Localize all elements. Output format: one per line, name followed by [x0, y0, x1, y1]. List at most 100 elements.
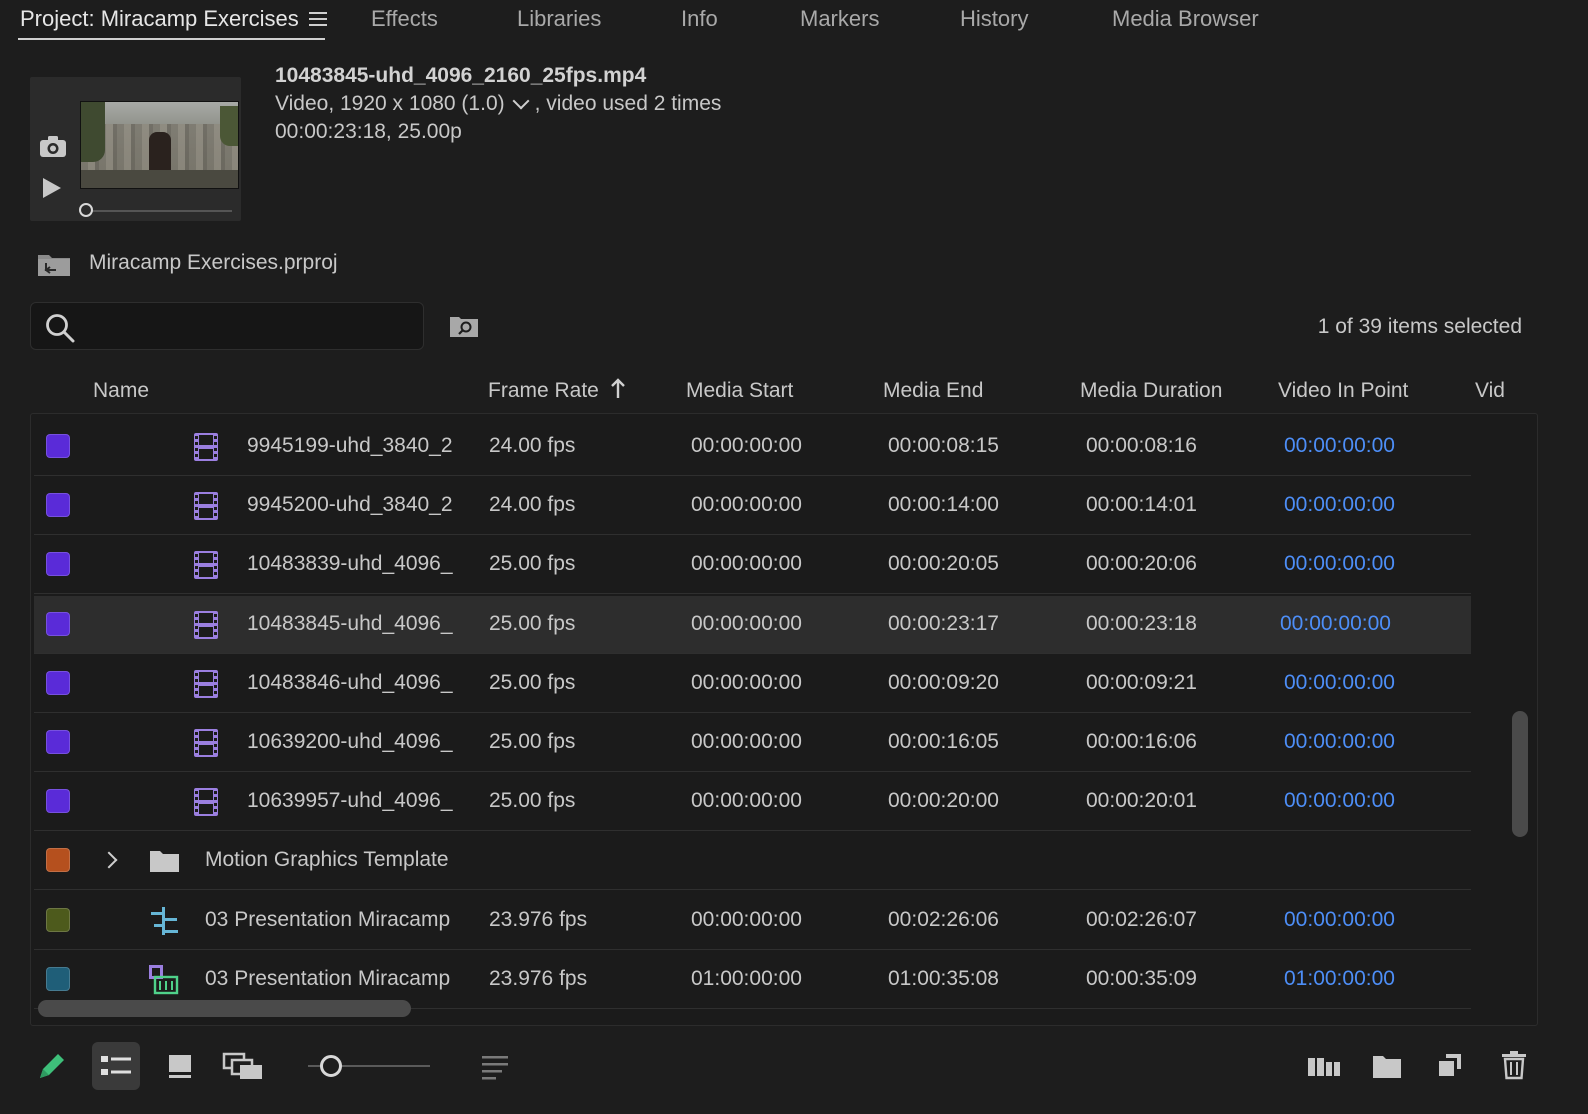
media-duration-cell: 00:00:35:09	[1086, 966, 1197, 990]
table-row[interactable]: 9945199-uhd_3840_2 24.00 fps 00:00:00:00 00…	[34, 418, 1471, 476]
pencil-icon[interactable]	[36, 1050, 68, 1082]
label-color-swatch[interactable]	[46, 493, 70, 518]
horizontal-scrollbar[interactable]	[38, 1000, 411, 1017]
tab-media-browser[interactable]: Media Browser	[1112, 6, 1259, 32]
label-color-swatch[interactable]	[46, 907, 70, 932]
video-in-point-cell[interactable]: 01:00:00:00	[1284, 967, 1395, 991]
column-header-media-duration[interactable]: Media Duration	[1080, 379, 1222, 403]
column-header-frame-rate[interactable]: Frame Rate	[488, 379, 599, 403]
label-color-swatch[interactable]	[46, 434, 70, 458]
sort-icons-icon[interactable]	[481, 1054, 509, 1080]
table-row[interactable]: 10483839-uhd_4096_ 25.00 fps 00:00:00:00 00…	[34, 536, 1471, 595]
active-tab-underline	[18, 38, 325, 40]
table-row[interactable]: 03 Presentation Miracamp 23.976 fps 00:00:…	[34, 892, 1471, 950]
table-row[interactable]: 10639957-uhd_4096_ 25.00 fps 00:00:00:00 00…	[34, 773, 1471, 832]
tab-effects[interactable]: Effects	[371, 6, 438, 32]
sort-ascending-icon[interactable]	[610, 378, 626, 400]
new-item-icon[interactable]	[1436, 1051, 1464, 1079]
zoom-slider-handle[interactable]	[320, 1055, 342, 1077]
clip-thumbnail[interactable]	[80, 101, 239, 189]
chevron-down-icon[interactable]	[512, 92, 530, 110]
item-name: 10483839-uhd_4096_	[247, 552, 453, 576]
table-row[interactable]: 10483845-uhd_4096_ 25.00 fps 00:00:00:00 00…	[34, 595, 1471, 654]
tab-history[interactable]: History	[960, 6, 1028, 32]
video-in-point-cell[interactable]: 00:00:00:00	[1284, 671, 1395, 695]
column-header-video-in-point[interactable]: Video In Point	[1278, 379, 1408, 403]
panel-tab-bar: Project: Miracamp Exercises Effects Libr…	[0, 0, 1588, 44]
hamburger-menu-icon[interactable]	[309, 12, 327, 28]
search-icon	[46, 314, 75, 343]
video-in-point-cell[interactable]: 00:00:00:00	[1284, 434, 1395, 458]
freeform-view-icon[interactable]	[222, 1052, 264, 1080]
column-header-name[interactable]: Name	[93, 379, 149, 403]
vertical-scrollbar[interactable]	[1512, 711, 1528, 837]
thumbnail-scrub-handle[interactable]	[79, 203, 93, 217]
item-name: 10639200-uhd_4096_	[247, 730, 453, 753]
tab-info[interactable]: Info	[681, 6, 718, 32]
table-row[interactable]: 10483846-uhd_4096_ 25.00 fps 00:00:00:00 00…	[34, 655, 1471, 713]
tab-markers[interactable]: Markers	[800, 6, 879, 32]
tab-libraries[interactable]: Libraries	[517, 6, 601, 32]
video-clip-icon	[193, 787, 219, 817]
video-in-point-cell[interactable]: 00:00:00:00	[1280, 612, 1391, 636]
list-view-button[interactable]	[92, 1042, 140, 1090]
label-color-swatch[interactable]	[46, 789, 70, 814]
video-clip-icon	[193, 550, 219, 580]
table-row[interactable]: 9945200-uhd_3840_2 24.00 fps 00:00:00:00 00…	[34, 477, 1471, 536]
find-icon[interactable]	[449, 314, 479, 338]
label-color-swatch[interactable]	[46, 670, 70, 695]
motion-graphics-template-icon	[148, 906, 180, 936]
media-start-cell: 00:00:00:00	[691, 493, 802, 517]
clip-usage: , video used 2 times	[534, 92, 722, 115]
media-end-cell: 00:00:16:05	[888, 730, 999, 753]
tab-project[interactable]: Project: Miracamp Exercises	[20, 6, 299, 32]
column-header-media-start[interactable]: Media Start	[686, 379, 793, 403]
bin-row[interactable]: Motion Graphics Template	[34, 832, 1471, 891]
video-clip-icon	[193, 491, 219, 521]
camera-icon[interactable]	[39, 134, 67, 158]
frame-rate-cell: 24.00 fps	[489, 434, 576, 457]
item-name: Motion Graphics Template	[205, 848, 449, 872]
media-duration-cell: 00:00:09:21	[1086, 670, 1197, 694]
chevron-right-icon[interactable]	[100, 851, 118, 869]
clip-info: 10483845-uhd_4096_2160_25fps.mp4 Video, …	[275, 62, 721, 146]
new-bin-icon[interactable]	[1372, 1053, 1402, 1079]
table-row[interactable]: 10639200-uhd_4096_ 25.00 fps 00:00:00:00 00…	[34, 714, 1471, 772]
media-end-cell: 00:00:20:00	[888, 789, 999, 813]
search-input[interactable]	[87, 311, 407, 341]
media-end-cell: 01:00:35:08	[888, 966, 999, 990]
video-in-point-cell[interactable]: 00:00:00:00	[1284, 908, 1395, 932]
media-end-cell: 00:00:09:20	[888, 670, 999, 694]
media-start-cell: 00:00:00:00	[691, 907, 802, 931]
media-duration-cell: 00:00:20:06	[1086, 552, 1197, 576]
media-start-cell: 00:00:00:00	[691, 730, 802, 753]
media-start-cell: 00:00:00:00	[691, 434, 802, 457]
frame-rate-cell: 25.00 fps	[489, 611, 576, 635]
icon-view-icon[interactable]	[166, 1052, 194, 1080]
column-header-media-end[interactable]: Media End	[883, 379, 983, 403]
video-in-point-cell[interactable]: 00:00:00:00	[1284, 789, 1395, 813]
project-folder-icon[interactable]	[37, 251, 71, 277]
media-duration-cell: 00:00:20:01	[1086, 789, 1197, 813]
trash-icon[interactable]	[1500, 1050, 1528, 1080]
label-color-swatch[interactable]	[46, 966, 70, 991]
label-color-swatch[interactable]	[46, 730, 70, 754]
video-in-point-cell[interactable]: 00:00:00:00	[1284, 552, 1395, 576]
label-color-swatch[interactable]	[46, 848, 70, 873]
play-icon[interactable]	[43, 178, 61, 198]
media-end-cell: 00:00:20:05	[888, 552, 999, 576]
video-clip-icon	[193, 610, 219, 640]
video-in-point-cell[interactable]: 00:00:00:00	[1284, 493, 1395, 517]
thumbnail-scrub-track[interactable]	[92, 210, 232, 212]
media-end-cell: 00:00:08:15	[888, 434, 999, 457]
item-name: 10483845-uhd_4096_	[247, 611, 453, 635]
item-name: 10483846-uhd_4096_	[247, 670, 453, 694]
automate-to-sequence-icon[interactable]	[1307, 1054, 1341, 1078]
column-header-video-out-point[interactable]: Vid	[1475, 379, 1531, 403]
frame-rate-cell: 25.00 fps	[489, 670, 576, 694]
label-color-swatch[interactable]	[46, 611, 70, 636]
frame-rate-cell: 24.00 fps	[489, 493, 576, 517]
media-duration-cell: 00:00:23:18	[1086, 611, 1197, 635]
video-in-point-cell[interactable]: 00:00:00:00	[1284, 730, 1395, 754]
label-color-swatch[interactable]	[46, 552, 70, 577]
